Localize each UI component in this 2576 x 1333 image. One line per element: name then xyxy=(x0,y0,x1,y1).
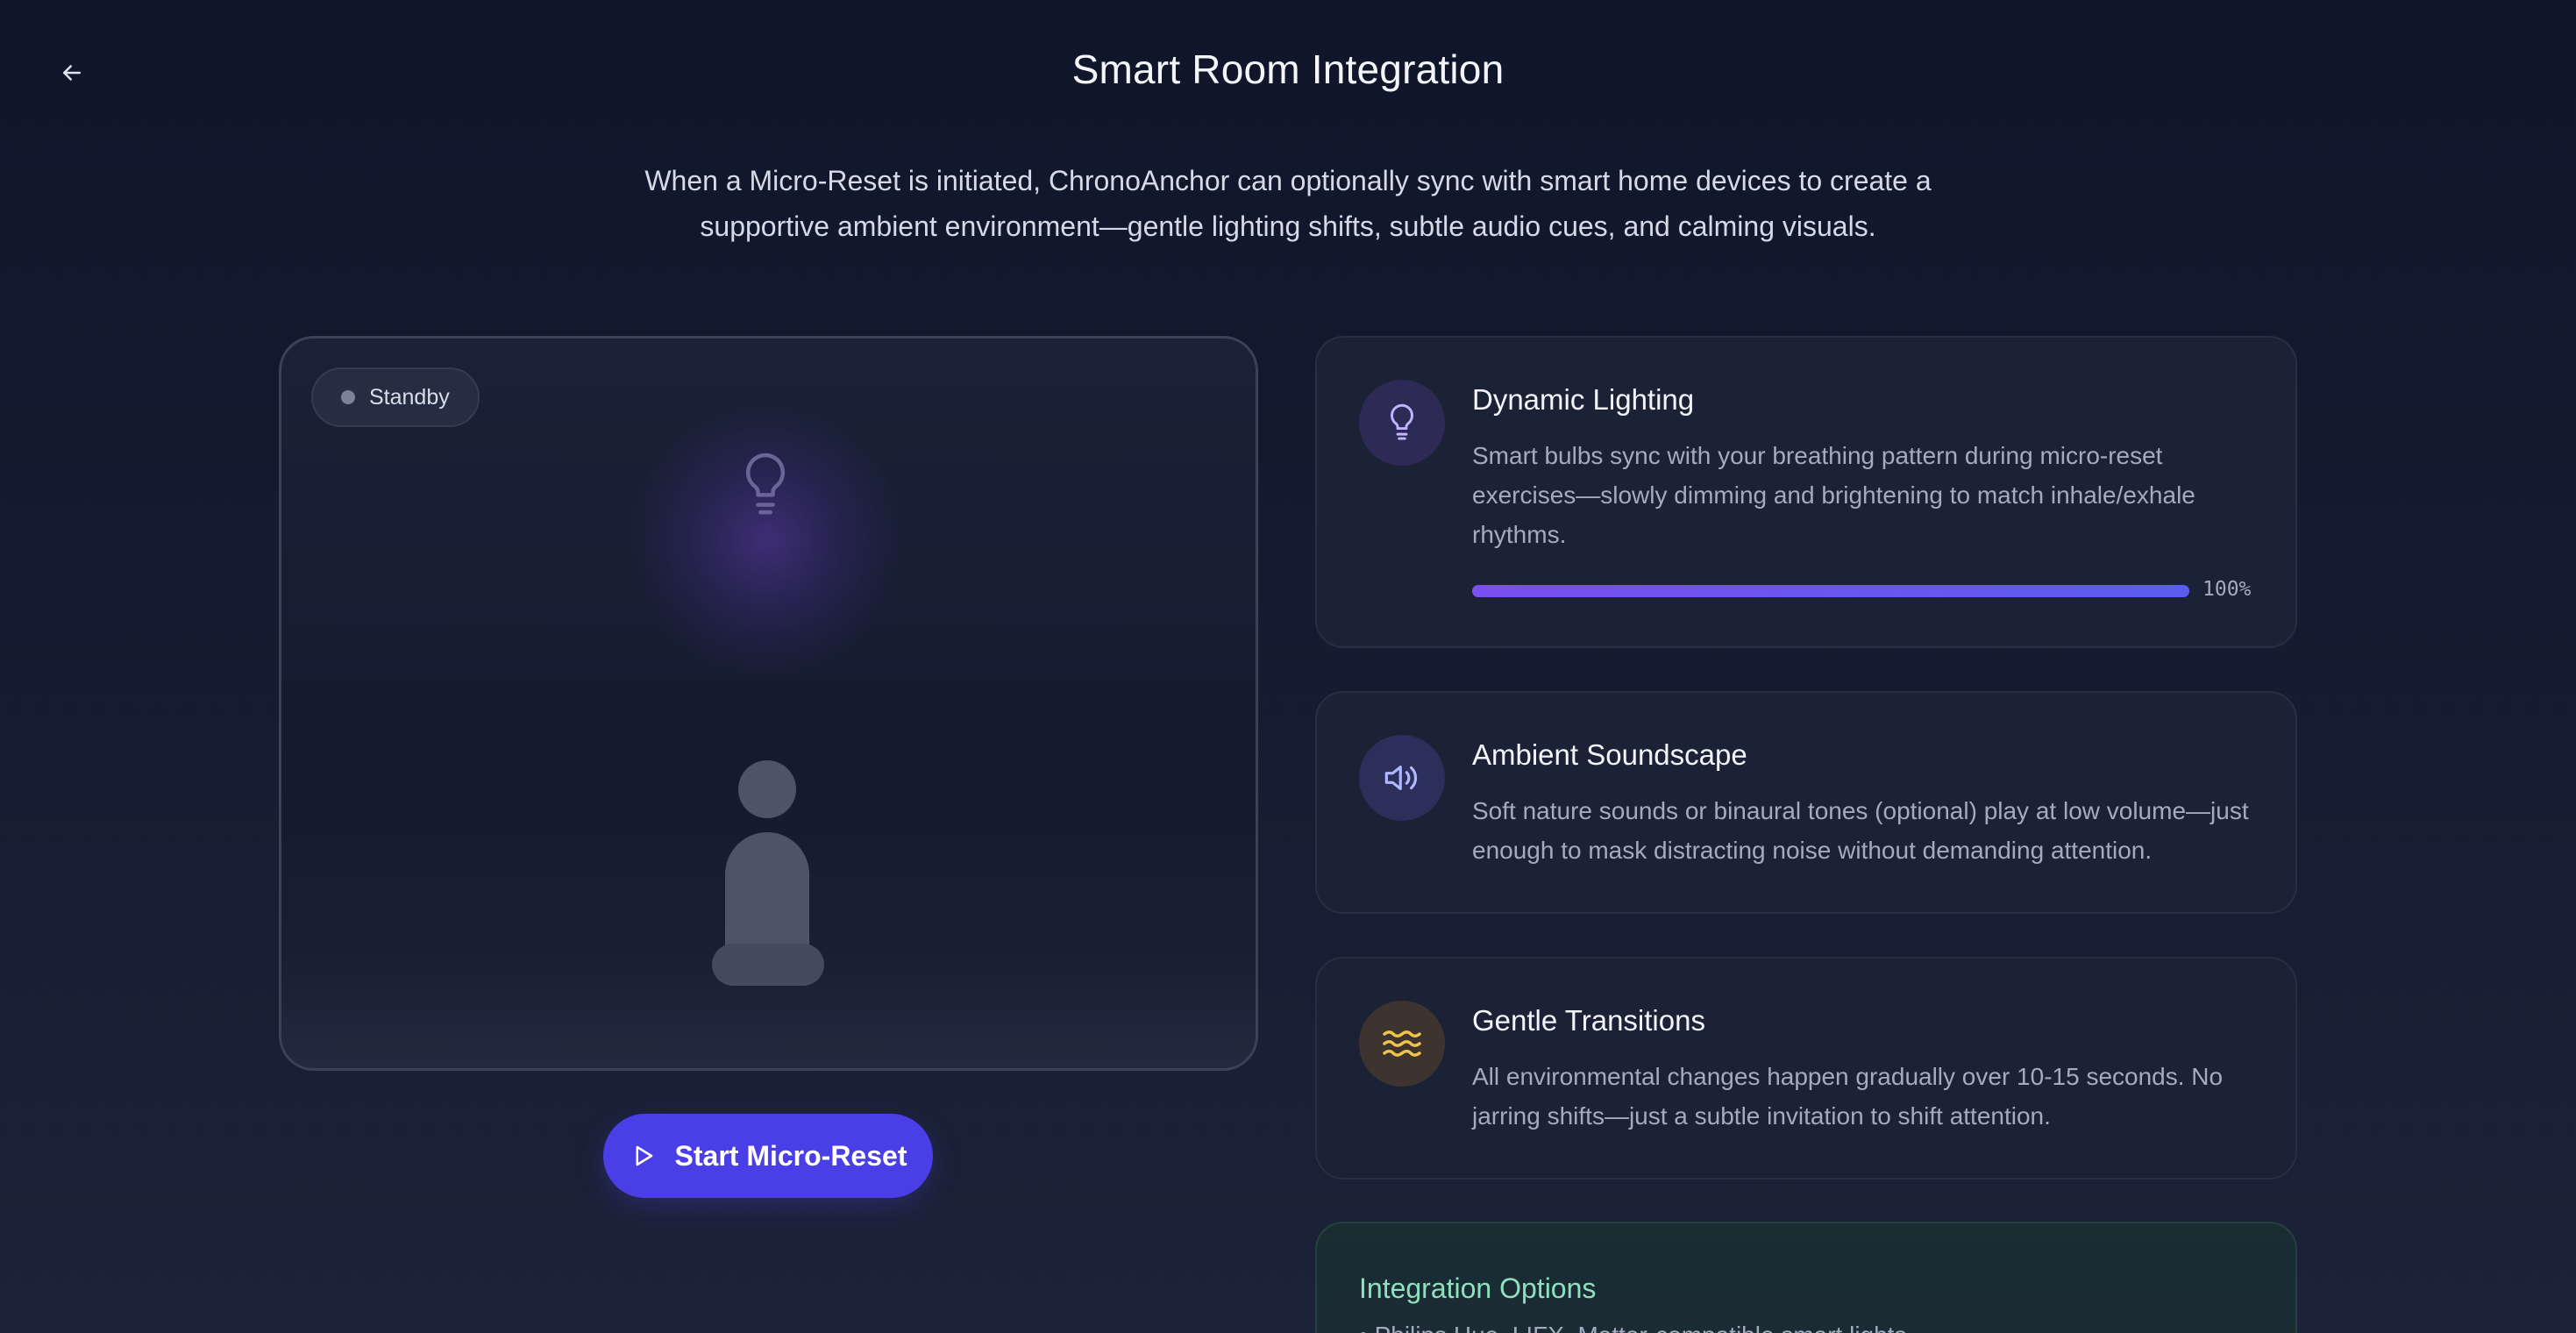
lighting-progress-label: 100% xyxy=(2202,578,2252,601)
light-glow xyxy=(630,404,902,676)
feature-title: Ambient Soundscape xyxy=(1472,738,1747,771)
feature-card-dynamic-lighting: Dynamic Lighting Smart bulbs sync with y… xyxy=(1315,336,2297,648)
status-badge: Standby xyxy=(311,367,480,427)
start-micro-reset-button[interactable]: Start Micro-Reset xyxy=(603,1114,933,1198)
intro-text: When a Micro-Reset is initiated, ChronoA… xyxy=(644,165,1932,242)
person-cushion xyxy=(712,944,824,986)
status-label: Standby xyxy=(369,384,450,410)
status-dot xyxy=(341,390,355,404)
feature-description: All environmental changes happen gradual… xyxy=(1472,1063,2224,1130)
feature-description: Smart bulbs sync with your breathing pat… xyxy=(1472,442,2195,548)
page-title: Smart Room Integration xyxy=(1071,46,1505,92)
speaker-icon xyxy=(1384,766,1418,790)
integration-title: Integration Options xyxy=(1359,1272,1597,1304)
room-visualization: Standby xyxy=(279,336,1258,1071)
person-head xyxy=(738,760,796,818)
feature-icon-circle xyxy=(1359,380,1445,466)
feature-description: Soft nature sounds or binaural tones (op… xyxy=(1472,797,2249,864)
waves-icon xyxy=(1383,1030,1421,1057)
lightbulb-icon xyxy=(745,453,786,515)
feature-icon-circle xyxy=(1359,1001,1445,1087)
feature-icon-circle xyxy=(1359,735,1445,821)
play-icon xyxy=(636,1145,652,1166)
feature-card-ambient-soundscape: Ambient Soundscape Soft nature sounds or… xyxy=(1315,691,2297,914)
lighting-progress-fill xyxy=(1472,585,2189,597)
lightbulb-icon xyxy=(1391,403,1413,440)
lighting-progress-bar xyxy=(1472,585,2189,597)
feature-title: Dynamic Lighting xyxy=(1472,383,1695,416)
integration-option-item: • Philips Hue, LIFX, Matter-compatible s… xyxy=(1359,1322,1906,1333)
integration-options-card: Integration Options • Philips Hue, LIFX,… xyxy=(1315,1222,2297,1333)
feature-title: Gentle Transitions xyxy=(1472,1004,1705,1037)
start-button-label: Start Micro-Reset xyxy=(674,1139,907,1172)
feature-card-gentle-transitions: Gentle Transitions All environmental cha… xyxy=(1315,957,2297,1180)
